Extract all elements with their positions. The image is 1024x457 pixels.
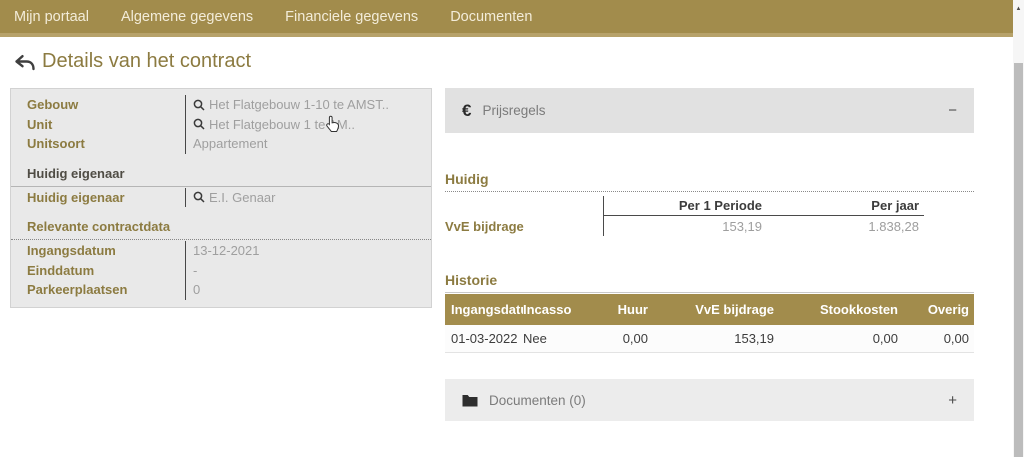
column-header: Overig (906, 302, 974, 317)
section-title: Relevante contractdata (27, 219, 417, 236)
field-value-unitsoort: Appartement (185, 134, 417, 154)
huidig-table: Per 1 Periode Per jaar VvE bijdrage 153,… (445, 196, 924, 236)
collapse-button[interactable]: − (948, 102, 957, 119)
huidig-section-title: Huidig (445, 171, 974, 192)
vve-bijdrage-per-periode: 153,19 (603, 216, 770, 236)
table-row: 01-03-2022 Nee 0,00 153,19 0,00 0,00 (445, 325, 974, 353)
cell-incasso: Nee (523, 331, 610, 346)
expand-button[interactable]: + (948, 392, 957, 409)
divider (11, 239, 431, 240)
nav-item-algemene-gegevens[interactable]: Algemene gegevens (121, 9, 253, 25)
vertical-scrollbar[interactable]: ▲ (1013, 0, 1024, 457)
field-value: 13-12-2021 (193, 243, 260, 258)
column-header-per-jaar: Per jaar (770, 196, 924, 216)
folder-icon (462, 394, 478, 407)
vve-bijdrage-per-jaar: 1.838,28 (770, 216, 924, 236)
search-icon (193, 191, 205, 203)
page-title: Details van het contract (42, 50, 251, 73)
nav-item-financiele-gegevens[interactable]: Financiele gegevens (285, 9, 418, 25)
column-header: VvE bijdrage (656, 302, 782, 317)
field-row-parkeerplaatsen: Parkeerplaatsen 0 (27, 280, 417, 300)
field-value: Appartement (193, 136, 267, 151)
top-navigation: Mijn portaal Algemene gegevens Financiel… (0, 0, 1013, 37)
nav-item-documenten[interactable]: Documenten (450, 9, 532, 25)
section-relevante-contractdata: Relevante contractdata Ingangsdatum 13-1… (27, 219, 417, 300)
search-icon (193, 99, 205, 111)
divider (11, 186, 431, 187)
section-title: Huidig eigenaar (27, 166, 417, 183)
field-row-huidig-eigenaar: Huidig eigenaar E.I. Genaar (27, 188, 417, 208)
prijsregels-panel-header[interactable]: € Prijsregels − (445, 88, 974, 133)
back-icon[interactable] (13, 53, 37, 72)
unit-lookup[interactable]: Het Flatgebouw 1 te AM.. (185, 115, 417, 135)
field-label: Unitsoort (27, 136, 185, 151)
cell-huur: 0,00 (610, 331, 656, 346)
field-value: Het Flatgebouw 1 te AM.. (209, 117, 355, 132)
prijsregels-title: Prijsregels (482, 103, 948, 118)
documenten-panel-header[interactable]: Documenten (0) + (445, 379, 974, 421)
field-label: Unit (27, 117, 185, 132)
cell-stookkosten: 0,00 (782, 331, 906, 346)
column-header: Stookkosten (782, 302, 906, 317)
field-label: Ingangsdatum (27, 243, 185, 258)
field-row-unit: Unit Het Flatgebouw 1 te AM.. (27, 115, 417, 135)
field-label: Parkeerplaatsen (27, 282, 185, 297)
gebouw-lookup[interactable]: Het Flatgebouw 1-10 te AMST.. (185, 95, 417, 115)
column-header: Incasso (523, 302, 610, 317)
field-label: Gebouw (27, 97, 185, 112)
historie-header-row: Ingangsdatum Incasso Huur VvE bijdrage S… (445, 294, 974, 325)
field-value: - (193, 263, 197, 278)
column-header-per-periode: Per 1 Periode (603, 196, 770, 216)
field-value: Het Flatgebouw 1-10 te AMST.. (209, 97, 389, 112)
field-label: Huidig eigenaar (27, 190, 185, 205)
search-icon (193, 118, 205, 130)
field-value-ingangsdatum: 13-12-2021 (185, 241, 417, 261)
historie-section-title: Historie (445, 272, 974, 293)
section-huidig-eigenaar: Huidig eigenaar Huidig eigenaar E.I. Gen… (27, 166, 417, 208)
field-value: E.I. Genaar (209, 190, 275, 205)
contract-details-panel: Gebouw Het Flatgebouw 1-10 te AMST.. Uni… (10, 88, 432, 308)
euro-icon: € (462, 101, 471, 121)
eigenaar-lookup[interactable]: E.I. Genaar (185, 188, 417, 208)
field-row-ingangsdatum: Ingangsdatum 13-12-2021 (27, 241, 417, 261)
column-header: Ingangsdatum (445, 302, 523, 317)
scroll-up-arrow-icon[interactable]: ▲ (1013, 3, 1024, 15)
scrollbar-thumb[interactable] (1014, 63, 1023, 457)
nav-item-mijn-portaal[interactable]: Mijn portaal (14, 9, 89, 25)
field-row-einddatum: Einddatum - (27, 261, 417, 281)
cell-overig: 0,00 (906, 331, 974, 346)
field-row-gebouw: Gebouw Het Flatgebouw 1-10 te AMST.. (27, 95, 417, 115)
field-label: Einddatum (27, 263, 185, 278)
historie-table: Ingangsdatum Incasso Huur VvE bijdrage S… (445, 294, 974, 353)
field-value-einddatum: - (185, 261, 417, 281)
column-header: Huur (610, 302, 656, 317)
cell-vve-bijdrage: 153,19 (656, 331, 782, 346)
cell-ingangsdatum: 01-03-2022 (445, 331, 523, 346)
table-corner-cell (445, 196, 603, 216)
field-value: 0 (193, 282, 200, 297)
documenten-title: Documenten (0) (489, 393, 948, 408)
field-row-unitsoort: Unitsoort Appartement (27, 134, 417, 154)
row-label-vve-bijdrage: VvE bijdrage (445, 216, 603, 236)
field-value-parkeerplaatsen: 0 (185, 280, 417, 300)
